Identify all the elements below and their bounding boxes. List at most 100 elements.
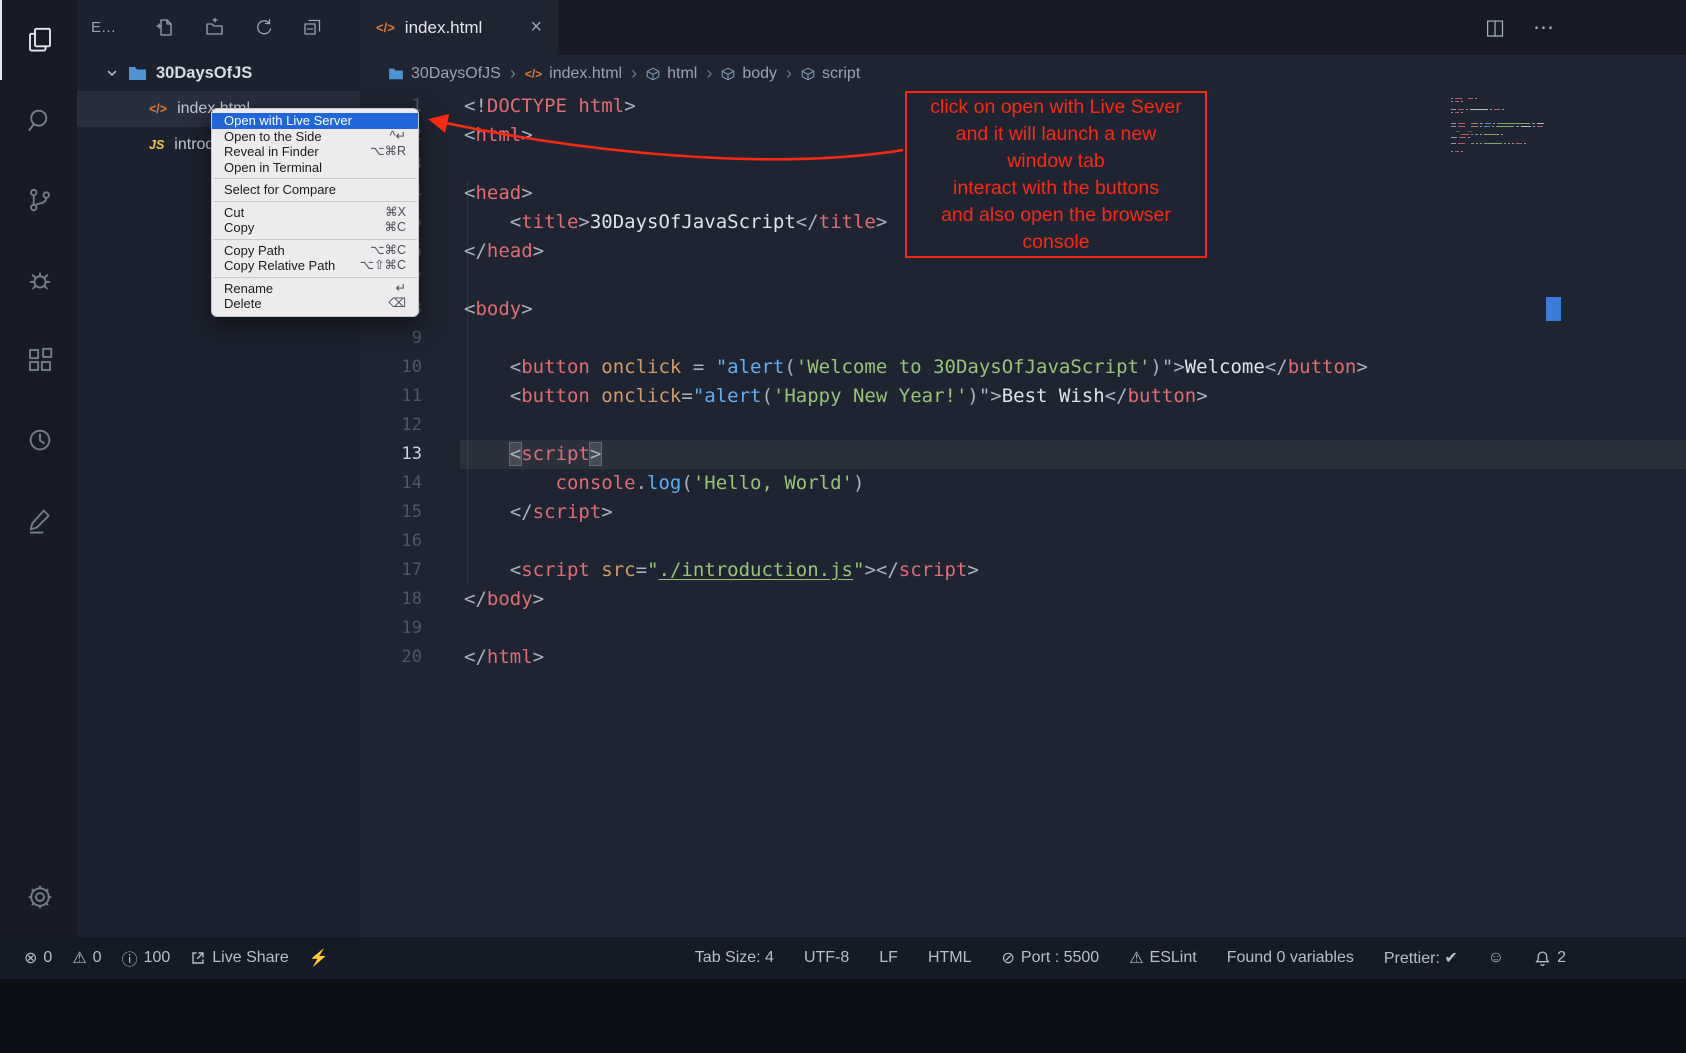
status-errors[interactable]: ⊗0 [24,948,52,968]
collapse-all-icon[interactable] [303,18,322,37]
breadcrumb-index.html[interactable]: </>index.html [525,65,622,83]
code-line-11[interactable]: 11 <button onclick="alert('Happy New Yea… [360,382,1686,411]
status-eol[interactable]: LF [879,949,898,967]
menu-item-copy-relative-path[interactable]: Copy Relative Path⌥⇧⌘C [212,258,418,274]
files-icon [25,25,55,55]
status-info-count[interactable]: ⓘ 100 [122,946,171,970]
activity-settings[interactable] [0,857,77,937]
explorer-actions [156,18,322,37]
history-icon [25,425,55,455]
menu-item-rename[interactable]: Rename ↵ [212,281,418,297]
menu-item-open-in-terminal[interactable]: Open in Terminal [212,160,418,176]
menu-item-copy-path[interactable]: Copy Path ⌥⌘C [212,243,418,259]
breadcrumb-30DaysOfJS[interactable]: 30DaysOfJS [388,65,501,83]
code-line-13[interactable]: 13 <script> [360,440,1686,469]
context-menu: Open with Live ServerOpen to the Side^↵R… [211,108,419,317]
warning-icon: ⚠ [72,948,86,968]
status-feedback-smiley[interactable]: ☺ [1488,949,1504,967]
code-line-18[interactable]: 18</body> [360,585,1686,614]
folder-icon [128,65,147,81]
code-line-19[interactable]: 19 [360,614,1686,643]
menu-item-label: Delete [224,297,376,311]
status-tab-size[interactable]: Tab Size: 4 [695,949,774,967]
activity-bar [0,0,77,937]
status-quick-action[interactable]: ⚡ [309,948,329,968]
menu-separator [213,178,417,179]
refresh-icon[interactable] [254,18,273,37]
menu-item-open-with-live-server[interactable]: Open with Live Server [212,113,418,129]
breadcrumb: 30DaysOfJS›</>index.html›html›body›scrip… [360,55,1686,92]
status-live-server-port[interactable]: ⊘Port : 5500 [1002,948,1100,968]
minimap[interactable] [1451,96,1545,152]
menu-item-label: Reveal in Finder [224,145,358,159]
symbol-cube-icon [801,67,815,81]
breadcrumb-script[interactable]: script [801,65,860,83]
status-live-share[interactable]: Live Share [190,949,289,967]
status-eslint[interactable]: ⚠ESLint [1129,948,1196,968]
status-found-variables[interactable]: Found 0 variables [1227,949,1354,967]
status-warnings-label: 0 [93,949,102,967]
activity-explorer[interactable] [0,0,77,80]
line-number: 20 [360,643,422,672]
menu-item-shortcut: ↵ [396,282,406,296]
menu-item-delete[interactable]: Delete ⌫ [212,296,418,312]
explorer-header: E… [77,0,360,55]
folder-30daysofjs[interactable]: 30DaysOfJS [77,55,360,91]
search-icon [25,105,55,135]
code-line-17[interactable]: 17 <script src="./introduction.js"></scr… [360,556,1686,585]
menu-item-shortcut: ⌥⌘C [370,244,406,258]
status-encoding[interactable]: UTF-8 [804,949,849,967]
status-bar: ⊗0⚠0ⓘ100Live Share⚡ Tab Size: 4UTF-8LFHT… [0,937,1686,979]
menu-item-label: Copy Path [224,244,358,258]
breadcrumb-separator: › [706,63,712,84]
activity-search[interactable] [0,80,77,160]
menu-item-open-to-the-side[interactable]: Open to the Side ^↵ [212,129,418,145]
symbol-cube-icon [646,67,660,81]
code-line-20[interactable]: 20</html> [360,643,1686,672]
status-info-count-label: 100 [144,949,171,967]
code-line-14[interactable]: 14 console.log('Hello, World') [360,469,1686,498]
new-file-icon[interactable] [156,18,175,37]
breadcrumb-html[interactable]: html [646,65,697,83]
menu-item-copy[interactable]: Copy⌘C [212,220,418,236]
annotation-line: console [907,229,1205,256]
code-line-9[interactable]: 9 [360,324,1686,353]
menu-item-label: Open with Live Server [224,114,394,128]
chevron-down-icon [105,66,119,80]
activity-extensions[interactable] [0,320,77,400]
symbol-cube-icon [721,67,735,81]
code-line-7[interactable]: 7 [360,266,1686,295]
code-line-10[interactable]: 10 <button onclick = "alert('Welcome to … [360,353,1686,382]
debug-icon [25,265,55,295]
code-line-15[interactable]: 15 </script> [360,498,1686,527]
menu-item-label: Open to the Side [224,130,378,144]
settings-gear-icon [25,882,55,912]
close-tab-icon[interactable]: × [530,16,542,39]
activity-run-debug[interactable] [0,240,77,320]
breadcrumb-body[interactable]: body [721,65,777,83]
status-warnings[interactable]: ⚠0 [72,948,101,968]
menu-item-reveal-in-finder[interactable]: Reveal in Finder⌥⌘R [212,144,418,160]
status-language-mode[interactable]: HTML [928,949,972,967]
menu-item-shortcut: ⌘C [384,221,406,235]
tab-index-html[interactable]: </> index.html × [360,0,558,55]
menu-item-shortcut: ⌫ [388,297,406,311]
menu-item-shortcut: ^↵ [390,130,406,144]
menu-item-select-for-compare[interactable]: Select for Compare [212,182,418,198]
menu-item-cut[interactable]: Cut⌘X [212,205,418,221]
more-actions-icon[interactable]: ⋯ [1533,15,1554,40]
code-line-16[interactable]: 16 [360,527,1686,556]
menu-item-label: Rename [224,282,384,296]
line-number: 12 [360,411,422,440]
split-editor-icon[interactable]: ◫ [1485,15,1505,40]
status-notifications[interactable]: 2 [1534,949,1566,967]
activity-source-control[interactable] [0,160,77,240]
status-live-share-label: Live Share [212,949,289,967]
activity-history[interactable] [0,400,77,480]
status-prettier[interactable]: Prettier: ✔ [1384,948,1458,968]
new-folder-icon[interactable] [205,18,224,37]
info-icon: ⓘ [122,946,138,970]
activity-feedback[interactable] [0,480,77,560]
code-line-12[interactable]: 12 [360,411,1686,440]
code-line-8[interactable]: 8<body> [360,295,1686,324]
